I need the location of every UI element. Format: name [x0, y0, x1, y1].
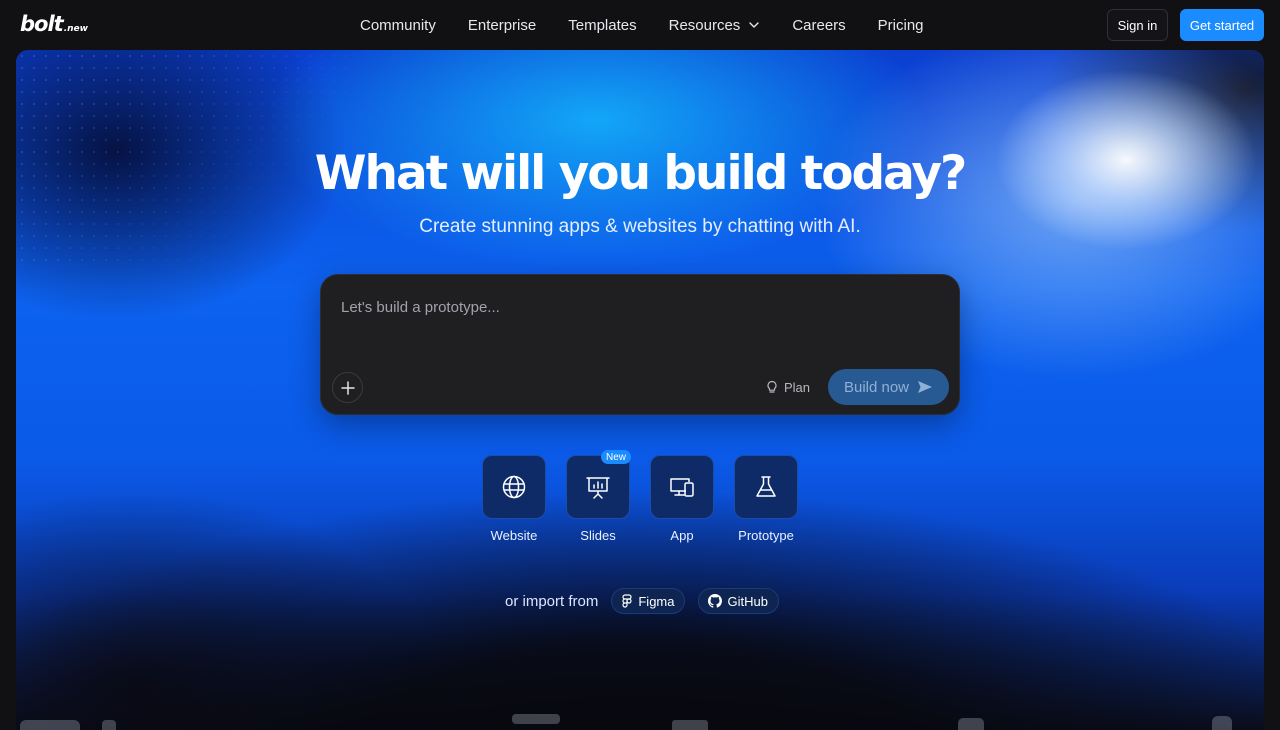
type-label: App: [670, 528, 694, 543]
import-row: or import from Figma GitHub: [505, 588, 792, 614]
import-figma-button[interactable]: Figma: [611, 588, 686, 614]
type-label: Website: [490, 528, 538, 543]
get-started-button[interactable]: Get started: [1180, 9, 1264, 41]
github-label: GitHub: [727, 593, 768, 609]
project-type-list: Website New Slides App Prototype: [482, 450, 798, 543]
flask-icon: [756, 476, 776, 497]
prompt-box: Plan Build now: [320, 274, 960, 415]
logo-suffix: .new: [63, 24, 88, 34]
partner-logo-fragments: [20, 714, 1232, 730]
type-slides[interactable]: New Slides: [566, 450, 632, 543]
type-website[interactable]: Website: [482, 455, 546, 543]
bolt-logo[interactable]: bolt .new: [20, 12, 88, 36]
nav-templates[interactable]: Templates: [552, 17, 652, 34]
nav-careers[interactable]: Careers: [776, 17, 861, 34]
plan-button[interactable]: Plan: [765, 376, 810, 398]
hero-section: What will you build today? Create stunni…: [16, 50, 1264, 730]
nav-enterprise[interactable]: Enterprise: [452, 17, 552, 34]
import-label: or import from: [505, 592, 599, 610]
type-tile: [566, 455, 630, 519]
github-icon: [708, 594, 723, 608]
partner-logo-strip: [16, 706, 1264, 730]
type-label: Prototype: [738, 528, 794, 543]
hero-subtitle: Create stunning apps & websites by chatt…: [419, 216, 861, 237]
send-icon: [918, 381, 933, 393]
sign-in-button[interactable]: Sign in: [1107, 9, 1168, 41]
type-tile: [482, 455, 546, 519]
nav-resources[interactable]: Resources: [653, 17, 777, 34]
globe-icon: [502, 475, 526, 499]
import-github-button[interactable]: GitHub: [698, 588, 779, 614]
lightbulb-icon: [767, 380, 777, 393]
nav-pricing[interactable]: Pricing: [862, 17, 940, 34]
build-now-label: Build now: [843, 378, 910, 396]
hero-title: What will you build today?: [314, 146, 968, 201]
logo-wordmark: bolt: [20, 12, 64, 36]
plan-label: Plan: [784, 379, 811, 395]
figma-icon: [622, 594, 632, 608]
new-badge: New: [601, 450, 632, 464]
type-prototype[interactable]: Prototype: [734, 455, 798, 543]
site-header: bolt .new Community Enterprise Templates…: [0, 0, 1280, 50]
main-nav: Community Enterprise Templates Resources…: [344, 0, 940, 50]
build-now-button[interactable]: Build now: [828, 369, 949, 405]
plus-icon: [340, 380, 355, 395]
prompt-input[interactable]: [341, 297, 921, 317]
figma-label: Figma: [638, 593, 675, 609]
nav-resources-label: Resources: [668, 16, 741, 34]
nav-community[interactable]: Community: [344, 17, 452, 34]
type-tile: [650, 455, 714, 519]
devices-icon: [670, 478, 694, 497]
presentation-icon: [586, 477, 610, 499]
chevron-down-icon: [749, 22, 760, 28]
type-tile: [734, 455, 798, 519]
add-attachment-button[interactable]: [332, 372, 363, 403]
type-label: Slides: [580, 528, 616, 543]
type-app[interactable]: App: [650, 455, 714, 543]
